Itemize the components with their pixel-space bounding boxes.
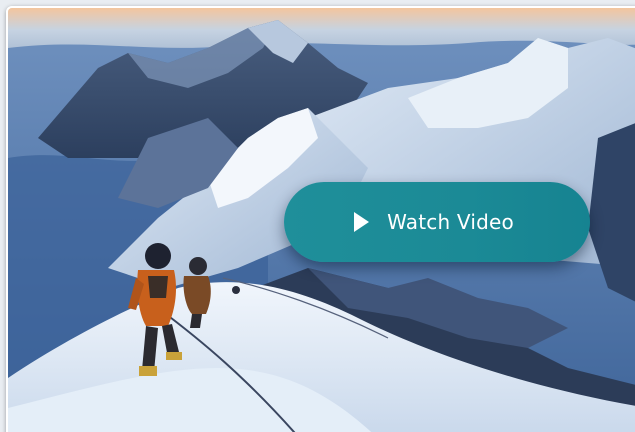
play-icon: [354, 212, 370, 232]
video-card[interactable]: Watch Video: [6, 6, 635, 432]
watch-video-label: Watch Video: [387, 210, 514, 234]
watch-video-button[interactable]: Watch Video: [284, 182, 590, 262]
video-embed: Watch Video: [0, 0, 635, 432]
